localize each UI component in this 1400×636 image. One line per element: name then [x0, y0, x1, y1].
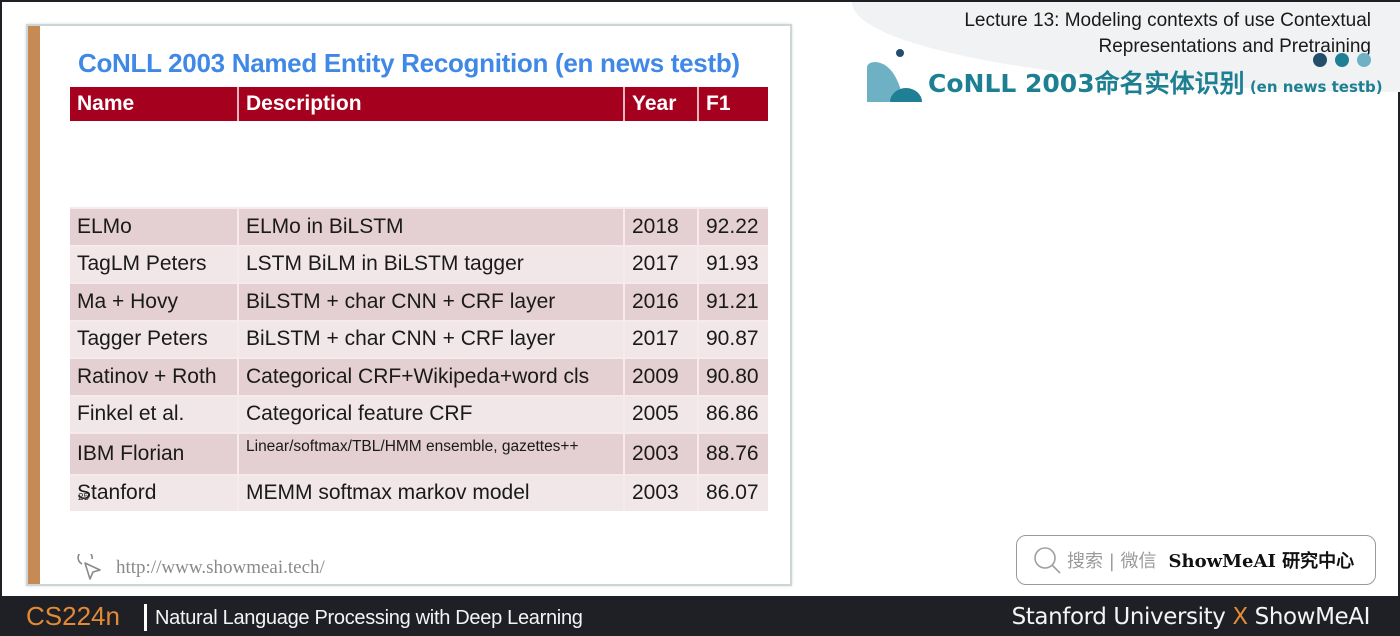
header-f1: F1 — [697, 87, 768, 121]
table-row: IBM Florian Linear/softmax/TBL/HMM ensemb… — [70, 432, 768, 475]
table-row: ELMo ELMo in BiLSTM 2018 92.22 — [70, 207, 768, 246]
cell-name: ELMo — [70, 207, 238, 246]
cell-name: Ma + Hovy — [70, 282, 238, 321]
cell-f1: 86.07 — [697, 473, 768, 511]
table-row: Tagger Peters BiLSTM + char CNN + CRF lay… — [70, 319, 768, 358]
cell-year: 2009 — [623, 357, 698, 396]
slide-accent-bar — [28, 26, 40, 584]
table-row: Finkel et al. Categorical feature CRF 2005… — [70, 394, 768, 433]
search-icon — [1034, 547, 1061, 574]
course-divider — [144, 604, 147, 631]
cell-year: 2005 — [623, 394, 698, 433]
cell-description: MEMM softmax markov model — [237, 473, 624, 511]
url-text[interactable]: http://www.showmeai.tech/ — [116, 557, 325, 579]
cell-description: ELMo in BiLSTM — [237, 207, 624, 246]
cell-description: BiLSTM + char CNN + CRF layer — [237, 319, 624, 358]
cell-description: LSTM BiLM in BiLSTM tagger — [237, 244, 624, 283]
cell-f1: 91.93 — [697, 244, 768, 283]
cell-f1: 91.21 — [697, 282, 768, 321]
cell-year: 2017 — [623, 319, 698, 358]
lecture-title-line1: Lecture 13: Modeling contexts of use Con… — [964, 10, 1371, 31]
bottom-caption-bar: CS224n Natural Language Processing with … — [0, 598, 1400, 636]
table-spacer-row — [70, 121, 768, 208]
cell-year: 2018 — [623, 207, 698, 246]
cell-name: Tagger Peters — [70, 319, 238, 358]
slide-url-link[interactable]: http://www.showmeai.tech/ — [76, 554, 325, 582]
decorative-dots — [1313, 53, 1371, 67]
cell-description: Categorical CRF+Wikipeda+word cls — [237, 357, 624, 396]
section-title: CoNLL 2003命名实体识别 (en news testb) — [928, 64, 1383, 100]
header-name: Name — [70, 87, 238, 121]
section-title-main: CoNLL 2003命名实体识别 — [928, 69, 1245, 98]
lecture-slide: CoNLL 2003 Named Entity Recognition (en … — [26, 24, 792, 586]
cursor-click-icon — [77, 554, 101, 580]
cell-year: 2003 — [623, 432, 698, 475]
cell-year: 2017 — [623, 244, 698, 283]
cell-name: Ratinov + Roth — [70, 357, 238, 396]
partner-right: ShowMeAI — [1254, 604, 1371, 630]
cell-name: TagLM Peters — [70, 244, 238, 283]
cell-description: BiLSTM + char CNN + CRF layer — [237, 282, 624, 321]
header-year: Year — [623, 87, 698, 121]
dot-mid-icon — [1335, 53, 1349, 67]
cell-name: Stanford — [70, 473, 238, 511]
partner-credit: Stanford University X ShowMeAI — [1011, 604, 1371, 630]
cell-description: Categorical feature CRF — [237, 394, 624, 433]
video-frame: CoNLL 2003 Named Entity Recognition (en … — [2, 2, 1400, 596]
cell-f1: 92.22 — [697, 207, 768, 246]
search-hint: 搜索 | 微信 — [1067, 551, 1157, 572]
dot-dark-icon — [1313, 53, 1327, 67]
cell-f1: 88.76 — [697, 432, 768, 475]
slide-title: CoNLL 2003 Named Entity Recognition (en … — [78, 48, 740, 78]
ner-results-table: Name Description Year F1 ELMo ELMo in BiL… — [70, 87, 768, 511]
search-brand: ShowMeAI 研究中心 — [1168, 551, 1355, 572]
partner-x: X — [1232, 604, 1248, 630]
cell-f1: 90.80 — [697, 357, 768, 396]
course-name: Natural Language Processing with Deep Le… — [155, 607, 583, 629]
cell-year: 2016 — [623, 282, 698, 321]
table-row: Ma + Hovy BiLSTM + char CNN + CRF layer 20… — [70, 282, 768, 321]
table-row: Stanford MEMM softmax markov model 2003 86.… — [70, 473, 768, 511]
cell-name: IBM Florian — [70, 432, 238, 475]
cell-description: Linear/softmax/TBL/HMM ensemble, gazette… — [237, 432, 624, 475]
cell-f1: 86.86 — [697, 394, 768, 433]
table-row: TagLM Peters LSTM BiLM in BiLSTM tagger 20… — [70, 244, 768, 283]
section-title-sub: (en news testb) — [1244, 78, 1383, 96]
table-header-row: Name Description Year F1 — [70, 87, 768, 121]
slide-number: 25 — [78, 492, 90, 503]
decorative-shapes-icon — [867, 49, 922, 102]
cell-year: 2003 — [623, 473, 698, 511]
cell-name: Finkel et al. — [70, 394, 238, 433]
course-code: CS224n — [26, 601, 120, 631]
lecture-title-line2: Representations and Pretraining — [1098, 36, 1371, 57]
lecture-title: Lecture 13: Modeling contexts of use Con… — [964, 8, 1371, 60]
table-row: Ratinov + Roth Categorical CRF+Wikipeda+w… — [70, 357, 768, 396]
cell-f1: 90.87 — [697, 319, 768, 358]
header-description: Description — [237, 87, 624, 121]
partner-left: Stanford University — [1011, 604, 1226, 630]
dot-light-icon — [1357, 53, 1371, 67]
wechat-search-badge: 搜索 | 微信 ShowMeAI 研究中心 — [1016, 535, 1376, 585]
